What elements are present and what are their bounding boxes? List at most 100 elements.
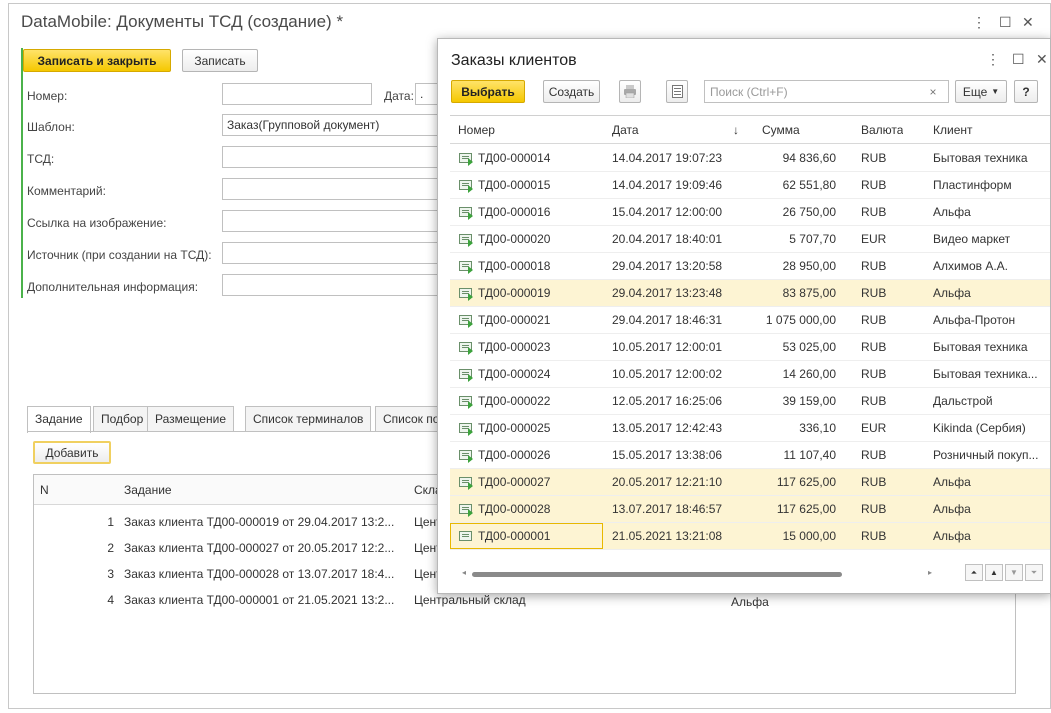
required-fields-marker (21, 48, 23, 298)
order-row[interactable]: ТД00-000023 10.05.2017 12:00:01 53 025,00 R… (450, 334, 1050, 361)
last-page-icon[interactable]: ⏷ (1025, 564, 1043, 581)
order-sum: 83 875,00 (782, 286, 836, 300)
maximize-icon[interactable]: ☐ (999, 14, 1012, 31)
order-sum: 11 107,40 (783, 448, 837, 462)
select-button[interactable]: Выбрать (451, 80, 525, 103)
posted-arrow-icon (468, 212, 473, 220)
order-row[interactable]: ТД00-000021 29.04.2017 18:46:31 1 075 000,… (450, 307, 1050, 334)
order-row[interactable]: ТД00-000027 20.05.2017 12:21:10 117 625,00… (450, 469, 1050, 496)
order-row[interactable]: ТД00-000014 14.04.2017 19:07:23 94 836,60 R… (450, 145, 1050, 172)
order-number: ТД00-000018 (478, 259, 551, 273)
date-label: Дата: (384, 89, 414, 103)
add-button[interactable]: Добавить (33, 441, 111, 464)
order-client: Kikinda (Сербия) (933, 421, 1026, 435)
close-icon[interactable]: ✕ (1022, 14, 1034, 31)
order-row[interactable]: ТД00-000026 15.05.2017 13:38:06 11 107,40 R… (450, 442, 1050, 469)
order-row[interactable]: ТД00-000020 20.04.2017 18:40:01 5 707,70 EU… (450, 226, 1050, 253)
search-input[interactable]: Поиск (Ctrl+F) (704, 80, 949, 103)
document-icon (459, 477, 473, 490)
scroll-left-icon[interactable]: ◂ (462, 568, 466, 577)
order-client: Розничный покуп... (933, 448, 1039, 462)
scroll-right-icon[interactable]: ▸ (928, 568, 932, 577)
horizontal-scrollbar[interactable]: ◂ ▸ (462, 567, 932, 581)
more-button[interactable]: Еще ▼ (955, 80, 1007, 103)
col-date-header[interactable]: Дата (612, 123, 639, 137)
order-currency: RUB (861, 529, 887, 543)
date-field[interactable]: . (415, 83, 439, 105)
order-client: Алхимов А.А. (933, 259, 1009, 273)
more-vert-icon[interactable]: ⋮ (986, 51, 1000, 68)
order-row[interactable]: ТД00-000025 13.05.2017 12:42:43 336,10 EUR K… (450, 415, 1050, 442)
posted-arrow-icon (468, 401, 473, 409)
next-page-icon[interactable]: ▼ (1005, 564, 1023, 581)
order-date: 29.04.2017 13:20:58 (612, 259, 723, 273)
row-number: 2 (107, 541, 114, 555)
clear-icon[interactable]: × (923, 82, 943, 101)
tsd-field[interactable] (222, 146, 442, 168)
col-client-header[interactable]: Клиент (933, 123, 973, 137)
order-number: ТД00-000001 (478, 529, 551, 543)
close-icon[interactable]: ✕ (1036, 51, 1048, 68)
tab-terminals[interactable]: Список терминалов (245, 406, 372, 431)
document-icon (459, 342, 473, 355)
create-button[interactable]: Создать (543, 80, 600, 103)
order-row[interactable]: ТД00-000016 15.04.2017 12:00:00 26 750,00 R… (450, 199, 1050, 226)
order-row[interactable]: ТД00-000028 13.07.2017 18:46:57 117 625,00… (450, 496, 1050, 523)
order-sum: 94 836,60 (782, 151, 836, 165)
prev-page-icon[interactable]: ▲ (985, 564, 1003, 581)
scrollbar-thumb[interactable] (472, 572, 842, 577)
maximize-icon[interactable]: ☐ (1012, 51, 1025, 68)
tab-task[interactable]: Задание (27, 406, 91, 433)
tab-selection[interactable]: Подбор (93, 406, 152, 431)
order-row[interactable]: ТД00-000019 29.04.2017 13:23:48 83 875,00 R… (450, 280, 1050, 307)
col-n-header[interactable]: N (40, 483, 49, 497)
order-sum: 1 075 000,00 (765, 313, 836, 327)
order-number: ТД00-000014 (478, 151, 551, 165)
col-number-header[interactable]: Номер (458, 123, 495, 137)
order-number: ТД00-000015 (478, 178, 551, 192)
col-currency-header[interactable]: Валюта (861, 123, 903, 137)
order-date: 14.04.2017 19:07:23 (612, 151, 723, 165)
order-date: 10.05.2017 12:00:01 (612, 340, 723, 354)
order-sum: 28 950,00 (782, 259, 836, 273)
row-number: 3 (107, 567, 114, 581)
window-title: DataMobile: Документы ТСД (создание) * (21, 12, 344, 31)
col-sum-header[interactable]: Сумма (762, 123, 800, 137)
print-icon[interactable] (619, 80, 641, 103)
tsd-label: ТСД: (27, 152, 55, 166)
number-field[interactable] (222, 83, 372, 105)
save-and-close-button[interactable]: Записать и закрыть (23, 49, 171, 72)
help-button[interactable]: ? (1014, 80, 1038, 103)
order-number: ТД00-000016 (478, 205, 551, 219)
comment-field[interactable] (222, 178, 442, 200)
order-date: 10.05.2017 12:00:02 (612, 367, 723, 381)
order-row[interactable]: ТД00-000024 10.05.2017 12:00:02 14 260,00 R… (450, 361, 1050, 388)
order-row[interactable]: ТД00-000022 12.05.2017 16:25:06 39 159,00 R… (450, 388, 1050, 415)
document-icon (459, 396, 473, 409)
save-button[interactable]: Записать (182, 49, 258, 72)
order-number: ТД00-000025 (478, 421, 551, 435)
order-sum: 62 551,80 (782, 178, 836, 192)
order-date: 20.05.2017 12:21:10 (612, 475, 723, 489)
extra-info-field[interactable] (222, 274, 442, 296)
order-number: ТД00-000023 (478, 340, 551, 354)
comment-label: Комментарий: (27, 184, 106, 198)
first-page-icon[interactable]: ⏶ (965, 564, 983, 581)
order-sum: 336,10 (799, 421, 836, 435)
order-date: 13.05.2017 12:42:43 (612, 421, 723, 435)
tab-placement[interactable]: Размещение (147, 406, 234, 431)
order-sum: 5 707,70 (789, 232, 836, 246)
col-task-header[interactable]: Задание (124, 483, 172, 497)
document-icon (459, 207, 473, 220)
template-field[interactable]: Заказ(Групповой документ) (222, 114, 442, 136)
order-sum: 15 000,00 (782, 529, 836, 543)
order-row[interactable]: ТД00-000001 21.05.2021 13:21:08 15 000,00 R… (450, 523, 1050, 550)
more-vert-icon[interactable]: ⋮ (972, 14, 986, 31)
order-row[interactable]: ТД00-000015 14.04.2017 19:09:46 62 551,80 R… (450, 172, 1050, 199)
template-label: Шаблон: (27, 120, 75, 134)
image-link-field[interactable] (222, 210, 442, 232)
list-icon[interactable] (666, 80, 688, 103)
more-label: Еще (962, 84, 988, 99)
order-row[interactable]: ТД00-000018 29.04.2017 13:20:58 28 950,00 R… (450, 253, 1050, 280)
source-field[interactable] (222, 242, 442, 264)
